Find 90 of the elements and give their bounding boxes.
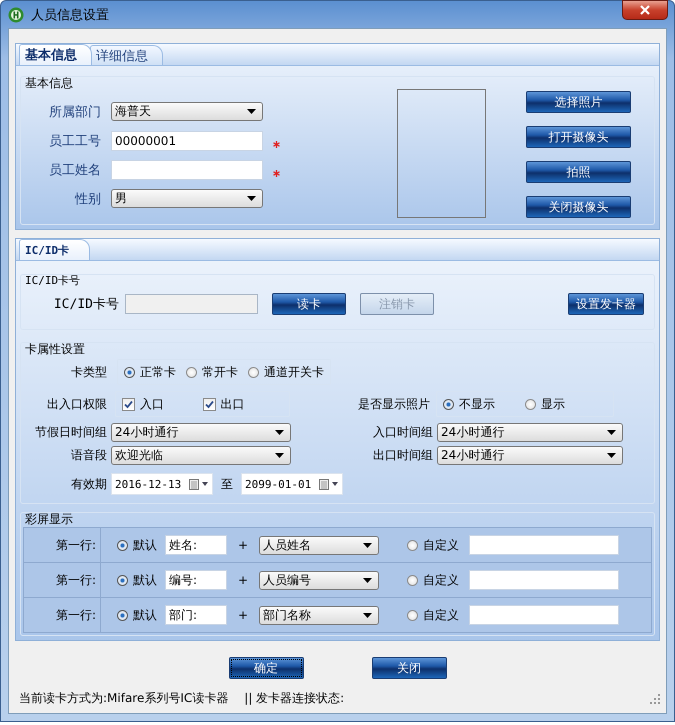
caret-icon xyxy=(275,453,284,458)
setup-button[interactable]: 设置发卡器 xyxy=(568,293,644,315)
field-label: 出入口权限 xyxy=(46,396,107,412)
radio-option[interactable]: 显示 xyxy=(525,396,607,412)
input-field[interactable] xyxy=(469,535,620,555)
input-field[interactable]: 编号: xyxy=(165,570,227,590)
group-title: 彩屏显示 xyxy=(25,511,73,528)
app-logo-icon xyxy=(8,6,24,22)
photo-button[interactable]: 拍照 xyxy=(526,161,631,183)
field-label: 员工姓名 xyxy=(48,162,101,178)
dropdown[interactable]: 24小时通行 xyxy=(437,446,623,465)
photo-button[interactable]: 关闭摄像头 xyxy=(526,196,631,218)
date-field[interactable]: 2016-12-13 xyxy=(111,473,213,495)
close-icon xyxy=(640,5,650,15)
row-label: 第一行: xyxy=(24,528,101,562)
checkbox-option[interactable]: 入口 xyxy=(122,396,202,412)
checkmark-icon xyxy=(204,398,214,410)
field-label: 出口时间组 xyxy=(372,447,433,464)
tab[interactable]: 详细信息 xyxy=(90,45,163,65)
dialog-button[interactable]: 确定 xyxy=(228,657,304,679)
group-title: 卡属性设置 xyxy=(25,341,85,358)
card-button[interactable]: 读卡 xyxy=(272,293,346,315)
field-label: 性别 xyxy=(74,190,101,208)
dropdown[interactable]: 24小时通行 xyxy=(437,423,623,442)
input-field[interactable] xyxy=(469,570,620,590)
radio-option[interactable]: 默认 xyxy=(117,606,165,624)
dropdown[interactable]: 男 xyxy=(111,189,263,208)
plus-sign: + xyxy=(238,608,248,622)
radio-option[interactable]: 自定义 xyxy=(407,536,470,554)
field-label: 是否显示照片 xyxy=(357,396,430,412)
dropdown[interactable]: 24小时通行 xyxy=(111,423,291,442)
checkmark-icon xyxy=(123,398,134,410)
field-label: 卡类型 xyxy=(70,364,107,380)
input-field[interactable]: 00000001 xyxy=(111,130,263,150)
field-label: 有效期 xyxy=(70,476,107,492)
range-separator: 至 xyxy=(221,476,233,492)
radio-option[interactable]: 通道开关卡 xyxy=(248,364,324,380)
window-title: 人员信息设置 xyxy=(31,6,109,24)
radio-option[interactable]: 自定义 xyxy=(407,572,470,588)
caret-icon xyxy=(363,612,372,618)
dropdown[interactable]: 人员编号 xyxy=(259,570,380,590)
dropdown[interactable]: 海普天 xyxy=(111,102,263,121)
caret-icon xyxy=(247,109,256,114)
status-text: || 发卡器连接状态: xyxy=(244,690,344,707)
group-title: IC/ID卡号 xyxy=(25,273,80,288)
caret-icon xyxy=(607,430,616,435)
caret-icon xyxy=(247,196,256,201)
caret-icon xyxy=(363,542,372,548)
caret-icon xyxy=(275,430,284,435)
caret-icon xyxy=(607,453,616,458)
radio-option[interactable]: 不显示 xyxy=(443,396,525,412)
calendar-icon xyxy=(319,478,339,490)
calendar-icon xyxy=(189,478,209,490)
tab[interactable]: IC/ID卡 xyxy=(19,239,90,260)
required-icon xyxy=(273,141,280,148)
field-label: 员工工号 xyxy=(48,132,101,150)
field-label: 所属部门 xyxy=(48,104,101,120)
field-label: 入口时间组 xyxy=(372,424,433,441)
tab[interactable]: 基本信息 xyxy=(19,44,92,65)
row-label: 第一行: xyxy=(24,563,101,597)
date-field[interactable]: 2099-01-01 xyxy=(241,473,343,495)
dropdown[interactable]: 部门名称 xyxy=(259,606,380,624)
radio-option[interactable]: 正常卡 xyxy=(124,364,176,380)
group-title: 基本信息 xyxy=(25,75,73,92)
field-label: IC/ID卡号 xyxy=(52,296,119,313)
required-icon xyxy=(273,170,280,177)
photo-button[interactable]: 打开摄像头 xyxy=(526,126,631,148)
caret-icon xyxy=(363,578,372,582)
input-field[interactable] xyxy=(469,605,620,625)
plus-sign: + xyxy=(238,538,248,552)
radio-option[interactable]: 自定义 xyxy=(407,606,470,624)
input-field[interactable]: 部门: xyxy=(165,605,227,625)
photo-button[interactable]: 选择照片 xyxy=(526,91,631,113)
input-field[interactable] xyxy=(125,294,258,314)
input-field[interactable]: 姓名: xyxy=(165,535,227,555)
input-field[interactable] xyxy=(111,160,263,180)
radio-option[interactable]: 常开卡 xyxy=(186,364,238,380)
plus-sign: + xyxy=(238,573,248,587)
checkbox-option[interactable]: 出口 xyxy=(202,396,283,412)
close-button[interactable] xyxy=(622,0,668,20)
dropdown[interactable]: 欢迎光临 xyxy=(111,446,291,465)
radio-option[interactable]: 默认 xyxy=(117,536,165,554)
radio-option[interactable]: 默认 xyxy=(117,572,165,588)
row-label: 第一行: xyxy=(24,598,101,632)
status-text: 当前读卡方式为:Mifare系列号IC读卡器 xyxy=(19,690,228,707)
field-label: 节假日时间组 xyxy=(34,424,107,441)
dropdown[interactable]: 人员姓名 xyxy=(259,536,380,554)
field-label: 语音段 xyxy=(70,447,107,464)
resize-grip-icon xyxy=(650,694,660,704)
dialog-button[interactable]: 关闭 xyxy=(372,657,446,679)
